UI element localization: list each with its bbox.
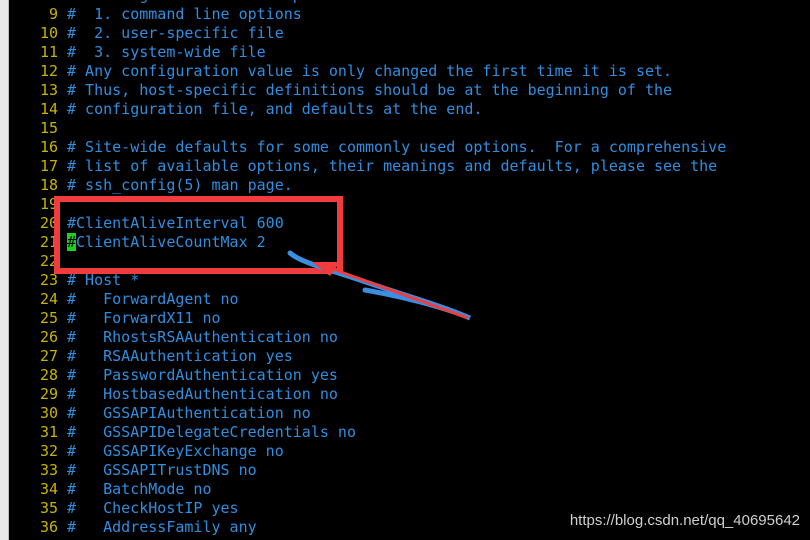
watermark: https://blog.csdn.net/qq_40695642 — [569, 512, 800, 529]
annotation-overlay — [54, 196, 471, 321]
red-arrow-line — [329, 266, 469, 320]
